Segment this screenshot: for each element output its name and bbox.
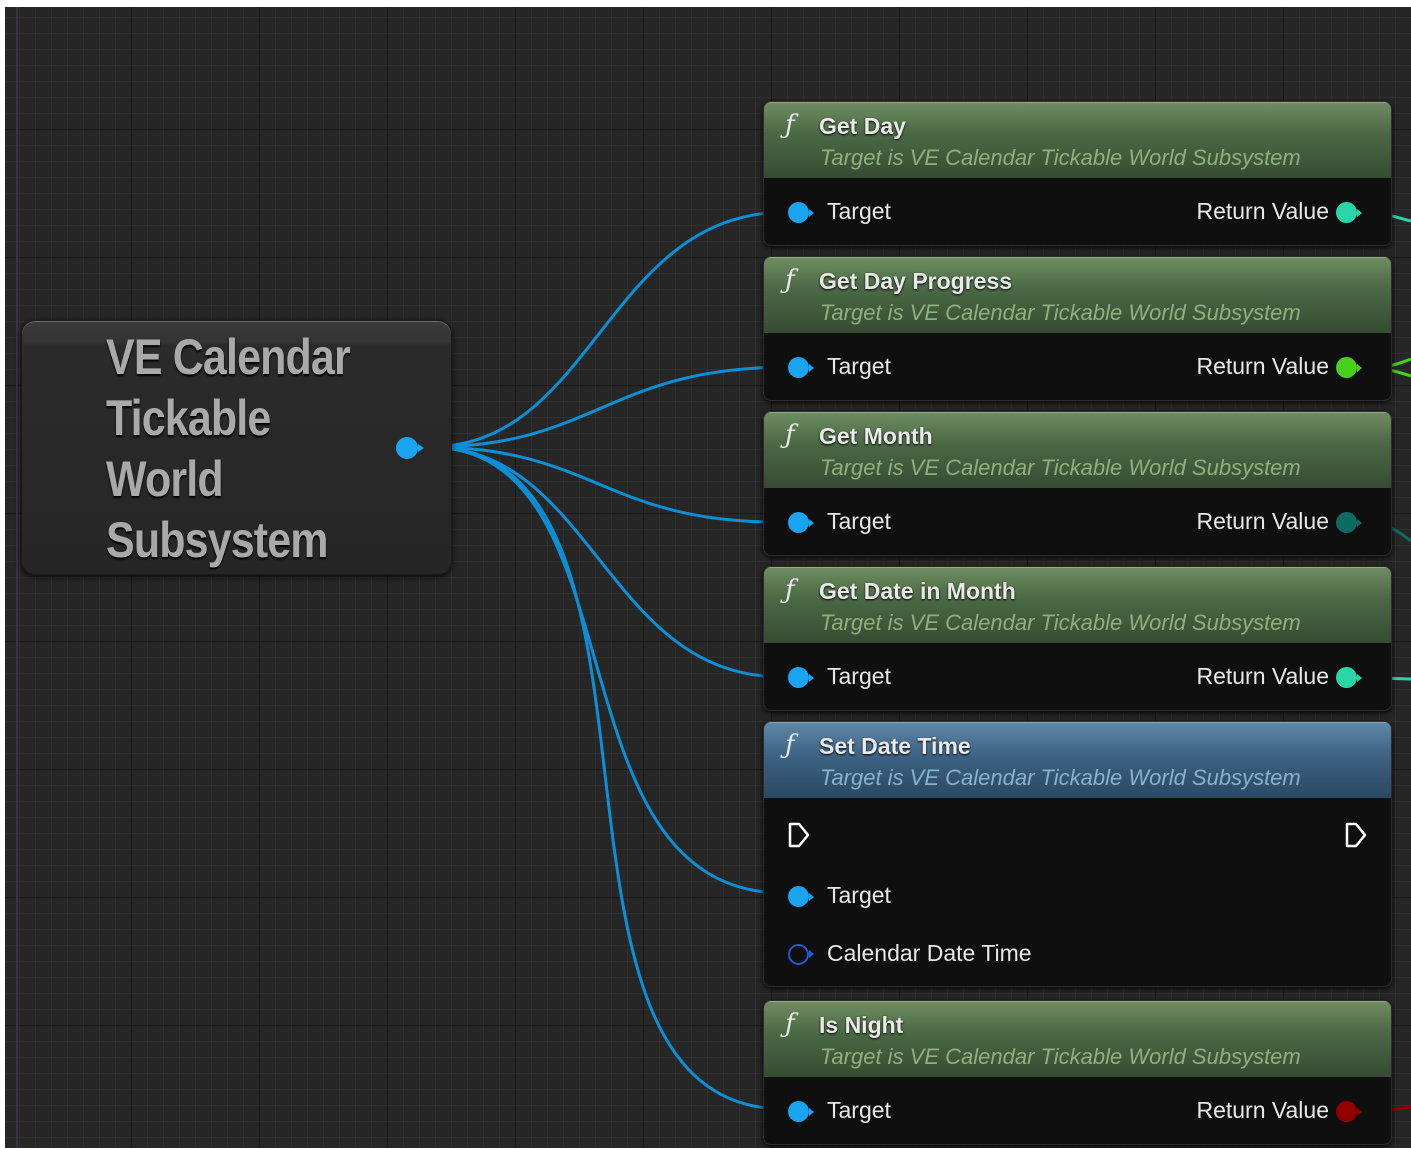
return-value-pin[interactable] (1336, 667, 1362, 688)
target-pin-label: Target (827, 663, 891, 689)
function-icon: ƒ (785, 420, 795, 450)
target-input-pin[interactable] (788, 1101, 814, 1122)
node-is-night[interactable]: ƒ Is Night Target is VE Calendar Tickabl… (763, 1000, 1392, 1145)
node-set-date-time[interactable]: ƒ Set Date Time Target is VE Calendar Ti… (763, 721, 1392, 987)
node-header: ƒ Get Day Progress Target is VE Calendar… (764, 257, 1391, 333)
pin-row: Target Return Value (764, 488, 1391, 555)
target-input-pin[interactable] (788, 357, 814, 378)
node-header: ƒ Get Month Target is VE Calendar Tickab… (764, 412, 1391, 488)
wire-get-month[interactable] (428, 445, 786, 524)
wire-get-day[interactable] (428, 210, 786, 449)
function-icon: ƒ (785, 110, 795, 140)
wire-set-date-time[interactable] (428, 445, 786, 895)
wire-get-date-in-month[interactable] (428, 445, 786, 679)
exec-row (764, 798, 1391, 872)
blueprint-graph-canvas[interactable]: VE Calendar Tickable World Subsystem ƒ G… (5, 7, 1411, 1148)
node-subtitle: Target is VE Calendar Tickable World Sub… (820, 1044, 1301, 1069)
return-value-label: Return Value (1196, 198, 1329, 224)
target-input-pin[interactable] (788, 202, 814, 223)
node-title: Get Day Progress (819, 268, 1013, 294)
node-header: ƒ Get Day Target is VE Calendar Tickable… (764, 102, 1391, 178)
node-title: Get Date in Month (819, 578, 1016, 604)
target-pin-label: Target (827, 1097, 891, 1123)
node-subtitle: Target is VE Calendar Tickable World Sub… (820, 455, 1301, 480)
return-value-pin[interactable] (1336, 512, 1362, 533)
node-subtitle: Target is VE Calendar Tickable World Sub… (820, 765, 1301, 790)
node-get-day-progress[interactable]: ƒ Get Day Progress Target is VE Calendar… (763, 256, 1392, 401)
node-title: Get Month (819, 423, 933, 449)
node-header: ƒ Is Night Target is VE Calendar Tickabl… (764, 1001, 1391, 1077)
target-input-pin[interactable] (788, 667, 814, 688)
calendar-date-time-label: Calendar Date Time (827, 940, 1032, 966)
node-get-day[interactable]: ƒ Get Day Target is VE Calendar Tickable… (763, 101, 1392, 246)
node-subtitle: Target is VE Calendar Tickable World Sub… (820, 145, 1301, 170)
target-pin-label: Target (827, 353, 891, 379)
target-input-pin[interactable] (788, 886, 814, 907)
node-title: Get Day (819, 113, 906, 139)
node-subtitle: Target is VE Calendar Tickable World Sub… (820, 610, 1301, 635)
pin-row: Calendar Date Time (764, 930, 1391, 986)
target-pin-label: Target (827, 198, 891, 224)
return-value-label: Return Value (1196, 353, 1329, 379)
target-pin-label: Target (827, 882, 891, 908)
exec-output-pin[interactable] (1345, 822, 1367, 848)
calendar-date-time-pin[interactable] (788, 944, 814, 965)
variable-node-title: VE Calendar Tickable World Subsystem (106, 329, 351, 568)
node-subtitle: Target is VE Calendar Tickable World Sub… (820, 300, 1301, 325)
variable-output-pin[interactable] (396, 437, 424, 459)
pin-row: Target Return Value (764, 643, 1391, 710)
pin-row: Target Return Value (764, 333, 1391, 400)
wire-get-day-progress[interactable] (428, 365, 786, 449)
return-value-pin[interactable] (1336, 202, 1362, 223)
variable-node-calendar-subsystem[interactable]: VE Calendar Tickable World Subsystem (21, 320, 452, 575)
node-title: Set Date Time (819, 733, 971, 759)
wire-is-night[interactable] (428, 445, 786, 1111)
return-value-pin[interactable] (1336, 357, 1362, 378)
node-get-date-in-month[interactable]: ƒ Get Date in Month Target is VE Calenda… (763, 566, 1392, 711)
return-value-label: Return Value (1196, 663, 1329, 689)
node-get-month[interactable]: ƒ Get Month Target is VE Calendar Tickab… (763, 411, 1392, 556)
pin-row: Target Return Value (764, 1077, 1391, 1144)
node-header: ƒ Set Date Time Target is VE Calendar Ti… (764, 722, 1391, 798)
target-pin-label: Target (827, 508, 891, 534)
node-title: Is Night (819, 1012, 904, 1038)
return-value-label: Return Value (1196, 508, 1329, 534)
target-input-pin[interactable] (788, 512, 814, 533)
node-header: ƒ Get Date in Month Target is VE Calenda… (764, 567, 1391, 643)
return-value-pin[interactable] (1336, 1101, 1362, 1122)
function-icon: ƒ (785, 730, 795, 760)
function-icon: ƒ (785, 265, 795, 295)
function-icon: ƒ (785, 1009, 795, 1039)
function-icon: ƒ (785, 575, 795, 605)
exec-input-pin[interactable] (788, 822, 810, 848)
return-value-label: Return Value (1196, 1097, 1329, 1123)
pin-row: Target Return Value (764, 178, 1391, 245)
pin-row: Target (764, 872, 1391, 930)
